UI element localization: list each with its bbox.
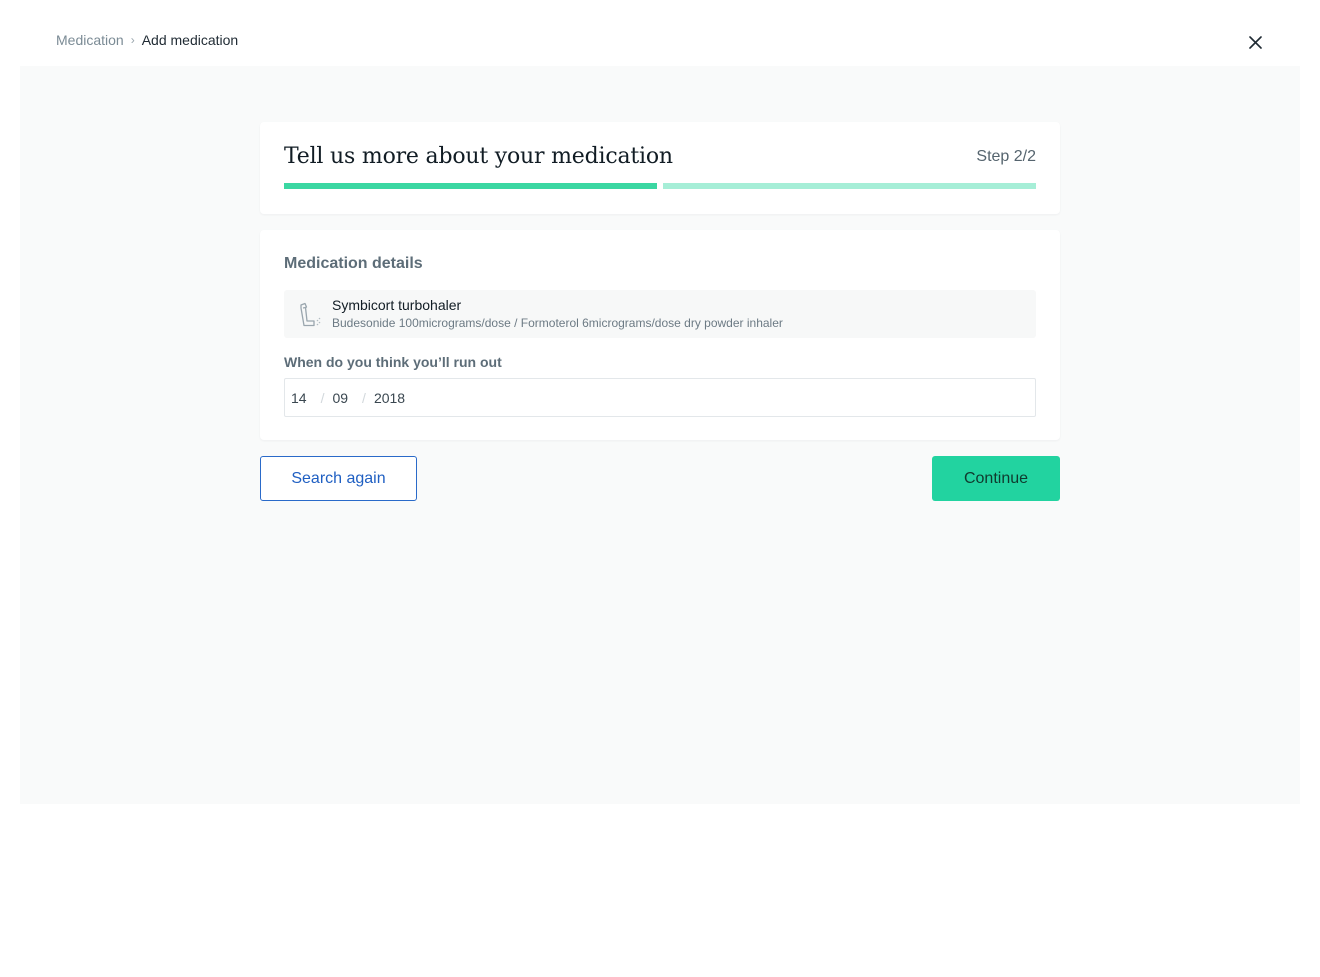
- medication-name: Symbicort turbohaler: [332, 297, 462, 313]
- progress-bar: [284, 183, 1036, 189]
- close-button[interactable]: [1243, 30, 1267, 54]
- progress-segment-step-2: [663, 183, 1036, 189]
- date-separator: /: [320, 389, 325, 406]
- medication-description: Budesonide 100micrograms/dose / Formoter…: [332, 316, 783, 330]
- step-header-card: Tell us more about your medication Step …: [260, 122, 1060, 214]
- page-title: Tell us more about your medication: [284, 144, 673, 169]
- date-year-input[interactable]: 2018: [374, 390, 405, 406]
- content-area: Tell us more about your medication Step …: [20, 66, 1300, 804]
- run-out-date-field[interactable]: 14 / 09 / 2018: [284, 378, 1036, 417]
- top-bar: Medication › Add medication: [0, 0, 1320, 66]
- breadcrumb-separator: ›: [130, 33, 135, 47]
- run-out-date-label: When do you think you’ll run out: [284, 354, 502, 370]
- date-day-input[interactable]: 14: [285, 390, 307, 406]
- breadcrumb-current: Add medication: [141, 32, 239, 48]
- continue-button[interactable]: Continue: [932, 456, 1060, 501]
- breadcrumb: Medication › Add medication: [56, 32, 238, 48]
- section-title: Medication details: [284, 255, 423, 272]
- inhaler-icon: [300, 302, 321, 327]
- close-icon: [1248, 35, 1262, 49]
- search-again-button[interactable]: Search again: [260, 456, 417, 501]
- selected-medication: Symbicort turbohaler Budesonide 100micro…: [284, 290, 1036, 338]
- date-month-input[interactable]: 09: [332, 390, 348, 406]
- date-separator: /: [362, 389, 366, 406]
- step-indicator: Step 2/2: [976, 148, 1036, 165]
- progress-segment-step-1: [284, 183, 657, 189]
- breadcrumb-medication-link[interactable]: Medication: [56, 32, 124, 48]
- medication-details-card: Medication details Symbicort turbohaler …: [260, 230, 1060, 440]
